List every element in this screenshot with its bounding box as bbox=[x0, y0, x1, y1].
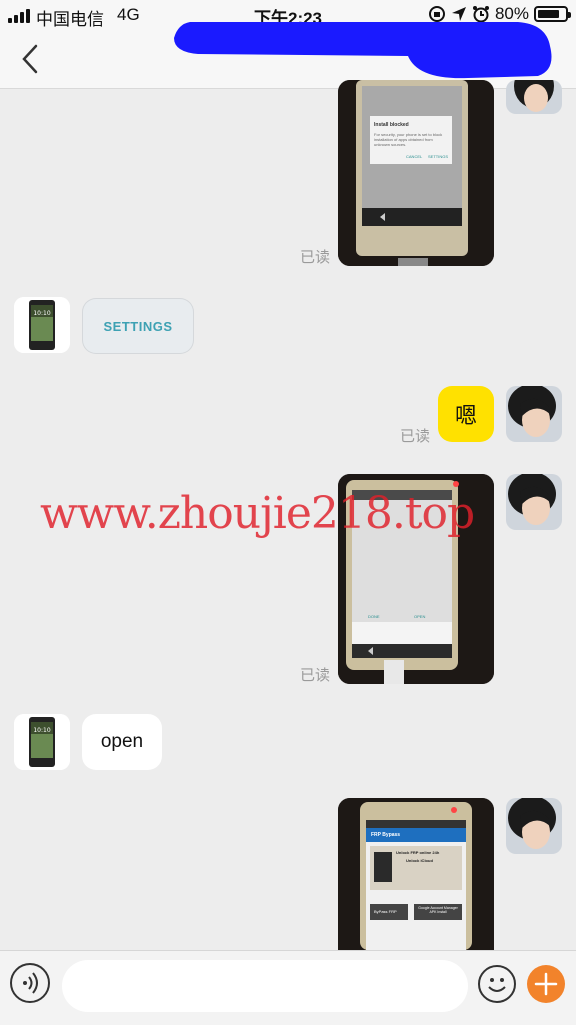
text-bubble-theirs[interactable]: open bbox=[82, 714, 162, 770]
phone-photo bbox=[338, 80, 494, 266]
text-bubble-mine[interactable]: 嗯 bbox=[438, 386, 494, 442]
watermark-text: www.zhoujie218.top bbox=[40, 488, 475, 539]
image-bubble-settings[interactable]: SETTINGS bbox=[82, 298, 194, 354]
redacted-title bbox=[174, 22, 552, 79]
avatar-image bbox=[506, 798, 562, 854]
avatar-image bbox=[506, 474, 562, 530]
photo-frp-button-2: Google Account Manager APK Install bbox=[418, 906, 458, 914]
avatar[interactable] bbox=[506, 386, 562, 442]
chevron-left-icon[interactable] bbox=[16, 42, 46, 76]
photo-dialog-done: DONE bbox=[368, 614, 380, 619]
avatar-image bbox=[506, 80, 562, 114]
message-input[interactable] bbox=[62, 960, 468, 1012]
photo-dialog-settings: SETTINGS bbox=[428, 154, 449, 159]
contact-avatar[interactable]: 10:10 bbox=[14, 714, 70, 770]
emoji-icon[interactable] bbox=[478, 965, 516, 1003]
photo-frp-banner-1: Unlock FRP online 24h bbox=[396, 850, 440, 855]
settings-image-text: SETTINGS bbox=[103, 318, 173, 334]
svg-text:10:10: 10:10 bbox=[33, 310, 50, 317]
phone-avatar-image: 10:10 bbox=[14, 297, 70, 353]
svg-text:10:10: 10:10 bbox=[33, 727, 50, 734]
avatar-image bbox=[506, 386, 562, 442]
contact-avatar[interactable]: 10:10 bbox=[14, 297, 70, 353]
message-text: open bbox=[100, 731, 144, 752]
avatar[interactable] bbox=[506, 474, 562, 530]
plus-sign-icon bbox=[534, 972, 558, 996]
photo-frp-button-1: ByPass FRP bbox=[374, 909, 397, 914]
smiley-face-icon bbox=[488, 978, 506, 992]
voice-wave-icon bbox=[23, 972, 38, 994]
photo-dialog-body: For security, your phone is set to block… bbox=[374, 132, 443, 147]
voice-icon[interactable] bbox=[10, 963, 50, 1003]
phone-photo bbox=[338, 798, 494, 950]
read-receipt: 已读 bbox=[400, 428, 431, 445]
message-photo[interactable]: Install blocked For security, your phone… bbox=[338, 80, 494, 266]
avatar[interactable] bbox=[506, 798, 562, 854]
photo-frp-title: FRP Bypass bbox=[371, 832, 401, 838]
read-receipt: 已读 bbox=[300, 249, 331, 266]
message-photo[interactable]: FRP Bypass Unlock FRP online 24h Unlock … bbox=[338, 798, 494, 950]
message-text: 嗯 bbox=[454, 403, 477, 428]
photo-dialog-open: OPEN bbox=[414, 614, 426, 619]
photo-dialog-title: Install blocked bbox=[374, 122, 409, 128]
plus-icon[interactable] bbox=[527, 965, 565, 1003]
read-receipt: 已读 bbox=[300, 667, 331, 684]
avatar[interactable] bbox=[506, 80, 562, 114]
photo-dialog-cancel: CANCEL bbox=[406, 154, 423, 159]
photo-frp-banner-2: Unlock iCloud bbox=[406, 858, 433, 863]
phone-avatar-image: 10:10 bbox=[14, 714, 70, 770]
